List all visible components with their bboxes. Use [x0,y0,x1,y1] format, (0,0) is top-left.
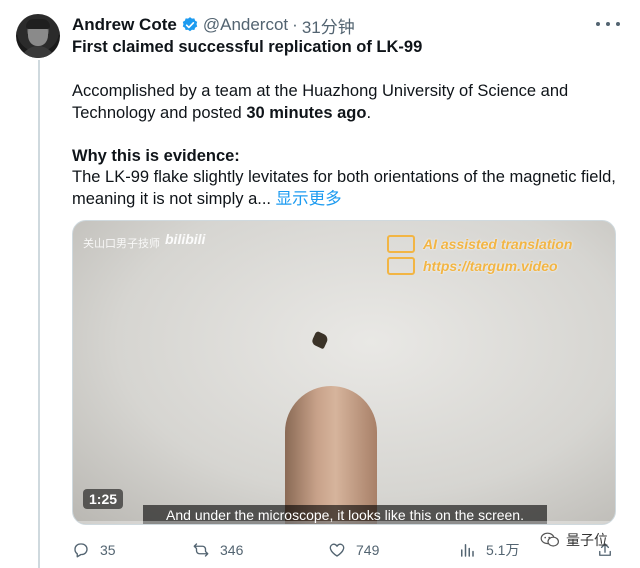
watermark-channel: 关山口男子技师 [83,238,160,250]
more-dot [616,22,620,26]
para2-text: The LK-99 flake slightly levitates for b… [72,168,616,208]
watermark-line-1: AI assisted translation [387,233,572,255]
watermark-translation: AI assisted translation https://targum.v… [387,233,572,277]
retweet-icon [193,543,209,557]
video-duration: 1:25 [83,489,124,509]
video-player[interactable]: 关山口男子技师 bilibili AI assisted translation… [72,220,616,525]
views-icon [461,544,474,557]
para1-bold: 30 minutes ago [246,104,367,122]
translation-icon [387,257,415,275]
tweet-paragraph-2: The LK-99 flake slightly levitates for b… [72,166,620,210]
watermark-line-1-text: AI assisted translation [423,236,573,252]
like-button[interactable]: 749 [328,538,379,562]
avatar-shoulders [20,46,56,58]
action-bar: 35 346 749 5.1万 [72,538,620,562]
tweet-paragraph-1: Accomplished by a team at the Huazhong U… [72,80,620,124]
retweet-button[interactable]: 346 [192,538,243,562]
reply-count: 35 [100,542,116,558]
watermark-bilibili: bilibili [165,231,206,247]
section-heading: Why this is evidence: [72,147,240,165]
para1-end: . [366,104,372,122]
more-dot [596,22,600,26]
tweet-headline: First claimed successful replication of … [72,38,423,56]
header-separator: · [292,15,298,34]
more-icon[interactable] [596,14,620,34]
like-icon [329,543,345,557]
more-dot [606,22,610,26]
wechat-brand: 量子位 [566,532,608,548]
like-count: 749 [356,542,380,558]
watermark-line-2: https://targum.video [387,255,572,277]
watermark-line-2-text: https://targum.video [423,258,558,274]
reply-button[interactable]: 35 [72,538,116,562]
author-name[interactable]: Andrew Cote [72,15,177,35]
wechat-watermark: 量子位 [540,530,608,550]
retweet-count: 346 [220,542,244,558]
verified-badge-icon [182,17,198,32]
wechat-icon [540,532,559,547]
video-progress-track[interactable] [73,521,615,524]
views-button[interactable]: 5.1万 [458,538,519,562]
show-more-link[interactable]: 显示更多 [276,190,342,208]
author-handle[interactable]: @Andercot [203,15,288,35]
tweet-header: Andrew Cote @Andercot · 31分钟 [72,13,355,38]
reply-icon [74,543,88,558]
avatar[interactable] [16,14,60,58]
views-count: 5.1万 [486,542,520,558]
avatar-hair [26,19,50,29]
thread-line [38,60,40,568]
tweet-time[interactable]: 31分钟 [302,13,355,38]
lk99-flake [310,330,330,350]
translation-icon [387,235,415,253]
